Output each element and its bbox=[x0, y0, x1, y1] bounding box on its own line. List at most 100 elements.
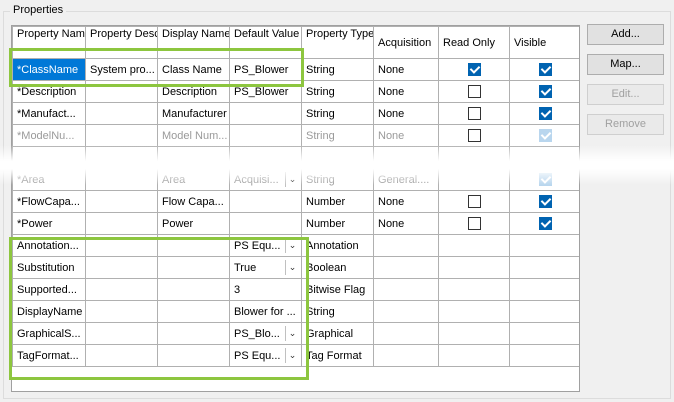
visible-checkbox[interactable] bbox=[539, 129, 552, 142]
cell-default-value[interactable]: 3 bbox=[229, 278, 302, 301]
cell-property-description[interactable] bbox=[85, 300, 158, 323]
cell-display-name[interactable]: Model Num... bbox=[157, 124, 230, 147]
read-only-checkbox[interactable] bbox=[467, 217, 481, 230]
cell-acquisition[interactable]: None bbox=[373, 80, 439, 103]
cell-acquisition[interactable] bbox=[373, 256, 439, 279]
table-row[interactable]: Annotation... PS Equ... ⌄ Annotation bbox=[12, 234, 579, 257]
cell-property-description[interactable] bbox=[85, 278, 158, 301]
visible-checkbox[interactable] bbox=[539, 173, 552, 186]
cell-property-name[interactable]: Annotation... bbox=[12, 234, 86, 257]
read-only-checkbox[interactable] bbox=[467, 129, 481, 142]
table-row[interactable]: *Power Power Number None bbox=[12, 212, 579, 235]
cell-property-name[interactable]: Substitution bbox=[12, 256, 86, 279]
cell-default-value[interactable]: Blower for ... bbox=[229, 300, 302, 323]
cell-property-name[interactable]: *Area bbox=[12, 168, 86, 191]
cell-acquisition[interactable] bbox=[373, 322, 439, 345]
table-row[interactable]: TagFormat... PS Equ... ⌄ Tag Format bbox=[12, 344, 579, 367]
cell-acquisition[interactable]: None bbox=[373, 190, 439, 213]
cell-acquisition[interactable] bbox=[373, 344, 439, 367]
cell-default-value[interactable] bbox=[229, 212, 302, 235]
cell-property-description[interactable] bbox=[85, 190, 158, 213]
chevron-down-icon[interactable]: ⌄ bbox=[285, 348, 299, 363]
chevron-down-icon[interactable]: ⌄ bbox=[285, 326, 299, 341]
cell-acquisition[interactable]: None bbox=[373, 124, 439, 147]
visible-checkbox[interactable] bbox=[539, 217, 552, 230]
visible-checkbox[interactable] bbox=[539, 63, 552, 76]
cell-property-description[interactable] bbox=[85, 168, 158, 191]
cell-property-description[interactable] bbox=[85, 234, 158, 257]
cell-default-value[interactable] bbox=[229, 124, 302, 147]
table-row[interactable]: *ClassName System pro... Class Name PS_B… bbox=[12, 58, 579, 81]
add-button[interactable]: Add... bbox=[587, 24, 664, 45]
cell-property-name[interactable]: *FlowCapa... bbox=[12, 190, 86, 213]
cell-property-type[interactable]: String bbox=[301, 124, 374, 147]
cell-display-name[interactable]: Area bbox=[157, 168, 230, 191]
cell-property-description[interactable] bbox=[85, 212, 158, 235]
cell-display-name[interactable]: Class Name bbox=[157, 58, 230, 81]
cell-default-value[interactable]: PS_Blower bbox=[229, 58, 302, 81]
cell-property-description[interactable] bbox=[85, 124, 158, 147]
col-header-default-value[interactable]: Default Value bbox=[229, 26, 302, 59]
table-row[interactable]: Supported... 3 Bitwise Flag bbox=[12, 278, 579, 301]
read-only-checkbox[interactable] bbox=[467, 107, 481, 120]
cell-acquisition[interactable]: None bbox=[373, 58, 439, 81]
cell-default-value[interactable] bbox=[229, 190, 302, 213]
cell-property-type[interactable]: Number bbox=[301, 190, 374, 213]
cell-default-value[interactable] bbox=[229, 102, 302, 125]
cell-acquisition[interactable] bbox=[373, 278, 439, 301]
col-header-display-name[interactable]: Display Name bbox=[157, 26, 230, 59]
cell-acquisition[interactable]: None bbox=[373, 212, 439, 235]
col-header-property-description[interactable]: Property Description bbox=[85, 26, 158, 59]
cell-property-type[interactable]: Number bbox=[301, 212, 374, 235]
chevron-down-icon[interactable]: ⌄ bbox=[285, 172, 299, 187]
cell-display-name[interactable] bbox=[157, 322, 230, 345]
table-row[interactable]: *Area Area Acquisi... ⌄ String General...… bbox=[12, 168, 579, 191]
cell-property-name[interactable]: GraphicalS... bbox=[12, 322, 86, 345]
table-row[interactable]: Substitution True ⌄ Boolean bbox=[12, 256, 579, 279]
remove-button[interactable]: Remove bbox=[587, 114, 664, 135]
cell-property-type[interactable]: String bbox=[301, 102, 374, 125]
visible-checkbox[interactable] bbox=[539, 85, 552, 98]
chevron-down-icon[interactable]: ⌄ bbox=[285, 238, 299, 253]
cell-property-name[interactable]: Supported... bbox=[12, 278, 86, 301]
cell-property-type[interactable]: Tag Format bbox=[301, 344, 374, 367]
cell-property-name[interactable]: *Manufact... bbox=[12, 102, 86, 125]
cell-property-name[interactable]: TagFormat... bbox=[12, 344, 86, 367]
cell-property-description[interactable] bbox=[85, 344, 158, 367]
cell-property-name[interactable]: *ModelNu... bbox=[12, 124, 86, 147]
cell-property-type[interactable]: String bbox=[301, 80, 374, 103]
cell-display-name[interactable] bbox=[157, 256, 230, 279]
cell-property-name[interactable]: *Description bbox=[12, 80, 86, 103]
cell-property-description[interactable]: System pro... bbox=[85, 58, 158, 81]
cell-display-name[interactable] bbox=[157, 278, 230, 301]
cell-property-description[interactable] bbox=[85, 80, 158, 103]
map-button[interactable]: Map... bbox=[587, 54, 664, 75]
col-header-property-type[interactable]: Property Type bbox=[301, 26, 374, 59]
table-row[interactable]: *Manufact... Manufacturer String None bbox=[12, 102, 579, 125]
cell-display-name[interactable]: Power bbox=[157, 212, 230, 235]
table-row[interactable]: *ModelNu... Model Num... String None bbox=[12, 124, 579, 147]
cell-display-name[interactable] bbox=[157, 234, 230, 257]
read-only-checkbox[interactable] bbox=[467, 63, 481, 76]
cell-property-description[interactable] bbox=[85, 256, 158, 279]
visible-checkbox[interactable] bbox=[539, 107, 552, 120]
cell-default-value[interactable]: PS_Blower bbox=[229, 80, 302, 103]
col-header-read-only[interactable]: Read Only bbox=[438, 26, 510, 59]
cell-acquisition[interactable] bbox=[373, 300, 439, 323]
cell-property-name[interactable]: *ClassName bbox=[12, 58, 86, 81]
table-row[interactable]: GraphicalS... PS_Blo... ⌄ Graphical bbox=[12, 322, 579, 345]
table-row[interactable]: DisplayName Blower for ... String bbox=[12, 300, 579, 323]
col-header-property-name[interactable]: Property Name bbox=[12, 26, 86, 59]
cell-acquisition[interactable] bbox=[373, 234, 439, 257]
cell-property-name[interactable]: DisplayName bbox=[12, 300, 86, 323]
cell-display-name[interactable]: Flow Capa... bbox=[157, 190, 230, 213]
cell-property-type[interactable]: Boolean bbox=[301, 256, 374, 279]
cell-display-name[interactable]: Manufacturer bbox=[157, 102, 230, 125]
cell-property-type[interactable]: String bbox=[301, 58, 374, 81]
edit-button[interactable]: Edit... bbox=[587, 84, 664, 105]
cell-display-name[interactable] bbox=[157, 344, 230, 367]
read-only-checkbox[interactable] bbox=[467, 85, 481, 98]
chevron-down-icon[interactable]: ⌄ bbox=[285, 260, 299, 275]
cell-property-type[interactable]: Bitwise Flag bbox=[301, 278, 374, 301]
properties-grid[interactable]: Property Name Property Description Displ… bbox=[11, 25, 580, 392]
